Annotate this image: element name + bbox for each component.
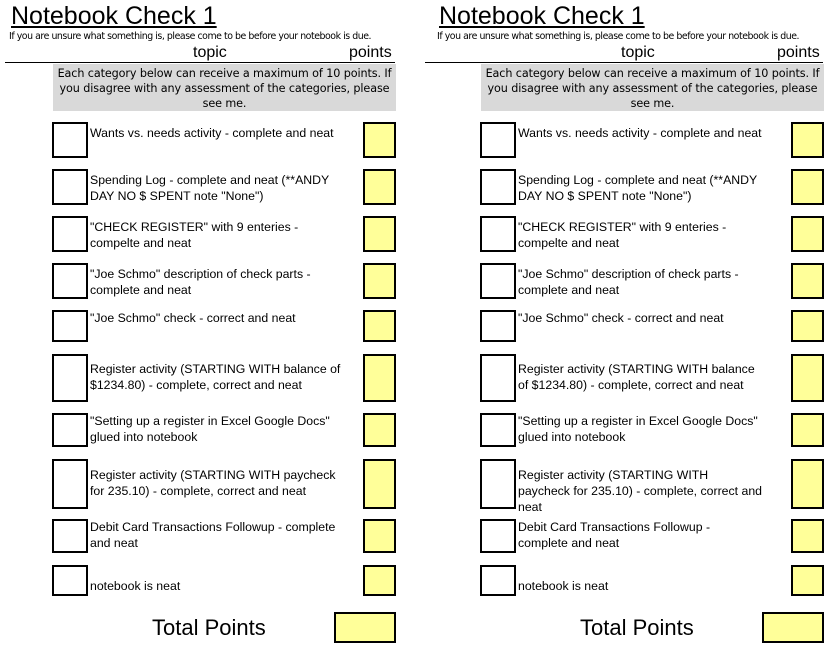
completion-checkbox[interactable] bbox=[480, 310, 516, 342]
checklist-item-label: "Setting up a register in Excel Google D… bbox=[90, 414, 330, 444]
points-box[interactable] bbox=[791, 263, 824, 299]
points-box[interactable] bbox=[791, 216, 824, 252]
completion-checkbox[interactable] bbox=[52, 413, 88, 447]
points-box[interactable] bbox=[791, 169, 824, 205]
checklist-item-label: "Joe Schmo" description of check parts -… bbox=[518, 267, 739, 297]
checklist-item-label: "CHECK REGISTER" with 9 enteries - compe… bbox=[518, 220, 727, 250]
checklist-item-label: "Joe Schmo" description of check parts -… bbox=[90, 267, 311, 297]
completion-checkbox[interactable] bbox=[52, 354, 88, 402]
completion-checkbox[interactable] bbox=[52, 459, 88, 509]
column-header-topic: topic bbox=[621, 44, 655, 61]
points-box[interactable] bbox=[363, 565, 396, 596]
points-box[interactable] bbox=[363, 169, 396, 205]
checklist-item-label: Wants vs. needs activity - complete and … bbox=[518, 126, 762, 140]
completion-checkbox[interactable] bbox=[52, 519, 88, 553]
checklist-item-label: "Joe Schmo" check - correct and neat bbox=[518, 311, 724, 325]
checklist-item-label: Spending Log - complete and neat (**ANDY… bbox=[518, 173, 758, 203]
column-header-points: points bbox=[349, 44, 392, 61]
sheet-title: Notebook Check 1 bbox=[11, 2, 217, 30]
completion-checkbox[interactable] bbox=[480, 354, 516, 402]
total-points-label: Total Points bbox=[580, 615, 694, 640]
completion-checkbox[interactable] bbox=[480, 519, 516, 553]
sheet-title: Notebook Check 1 bbox=[439, 2, 645, 30]
column-header-topic: topic bbox=[193, 44, 227, 61]
points-box[interactable] bbox=[363, 122, 396, 158]
completion-checkbox[interactable] bbox=[480, 565, 516, 596]
points-box[interactable] bbox=[791, 413, 824, 447]
completion-checkbox[interactable] bbox=[52, 122, 88, 158]
total-points-label: Total Points bbox=[152, 615, 266, 640]
points-box[interactable] bbox=[363, 459, 396, 509]
checklist-item-label: "Joe Schmo" check - correct and neat bbox=[90, 311, 296, 325]
points-box[interactable] bbox=[791, 310, 824, 342]
completion-checkbox[interactable] bbox=[52, 169, 88, 205]
sheet-subtitle: If you are unsure what something is, ple… bbox=[437, 31, 800, 42]
points-box[interactable] bbox=[791, 565, 824, 596]
completion-checkbox[interactable] bbox=[480, 122, 516, 158]
header-divider bbox=[5, 62, 395, 63]
checklist-item-label: Spending Log - complete and neat (**ANDY… bbox=[90, 173, 330, 203]
checklist-item-label: "Setting up a register in Excel Google D… bbox=[518, 414, 758, 444]
column-header-points: points bbox=[777, 44, 820, 61]
points-box[interactable] bbox=[363, 263, 396, 299]
notebook-check-sheet-right: Notebook Check 1 If you are unsure what … bbox=[425, 0, 831, 650]
checklist-item-label: Register activity (STARTING WITH balance… bbox=[90, 362, 341, 392]
completion-checkbox[interactable] bbox=[52, 565, 88, 596]
instructions-note: Each category below can receive a maximu… bbox=[53, 64, 396, 111]
completion-checkbox[interactable] bbox=[480, 263, 516, 299]
checklist-item-label: Debit Card Transactions Followup - compl… bbox=[90, 520, 336, 550]
header-divider bbox=[425, 62, 823, 63]
checklist-item-label: notebook is neat bbox=[90, 579, 181, 593]
checklist-item-label: Register activity (STARTING WITH paychec… bbox=[518, 468, 763, 514]
points-box[interactable] bbox=[363, 216, 396, 252]
points-box[interactable] bbox=[363, 354, 396, 402]
checklist-item-label: Debit Card Transactions Followup - compl… bbox=[518, 520, 711, 550]
completion-checkbox[interactable] bbox=[52, 263, 88, 299]
points-box[interactable] bbox=[791, 519, 824, 553]
checklist-item-label: Register activity (STARTING WITH paychec… bbox=[90, 468, 336, 498]
completion-checkbox[interactable] bbox=[52, 216, 88, 252]
notebook-check-sheet-left: Notebook Check 1 If you are unsure what … bbox=[0, 0, 415, 650]
points-box[interactable] bbox=[363, 310, 396, 342]
checklist-item-label: Wants vs. needs activity - complete and … bbox=[90, 126, 334, 140]
completion-checkbox[interactable] bbox=[52, 310, 88, 342]
points-box[interactable] bbox=[791, 354, 824, 402]
points-box[interactable] bbox=[363, 519, 396, 553]
sheet-subtitle: If you are unsure what something is, ple… bbox=[9, 31, 372, 42]
instructions-note: Each category below can receive a maximu… bbox=[481, 64, 824, 111]
points-box[interactable] bbox=[791, 459, 824, 509]
total-points-box[interactable] bbox=[334, 612, 396, 643]
checklist-item-label: notebook is neat bbox=[518, 579, 609, 593]
points-box[interactable] bbox=[791, 122, 824, 158]
total-points-box[interactable] bbox=[762, 612, 824, 643]
checklist-item-label: "CHECK REGISTER" with 9 enteries - compe… bbox=[90, 220, 299, 250]
completion-checkbox[interactable] bbox=[480, 413, 516, 447]
checklist-item-label: Register activity (STARTING WITH balance… bbox=[518, 362, 755, 392]
points-box[interactable] bbox=[363, 413, 396, 447]
completion-checkbox[interactable] bbox=[480, 169, 516, 205]
completion-checkbox[interactable] bbox=[480, 459, 516, 509]
completion-checkbox[interactable] bbox=[480, 216, 516, 252]
